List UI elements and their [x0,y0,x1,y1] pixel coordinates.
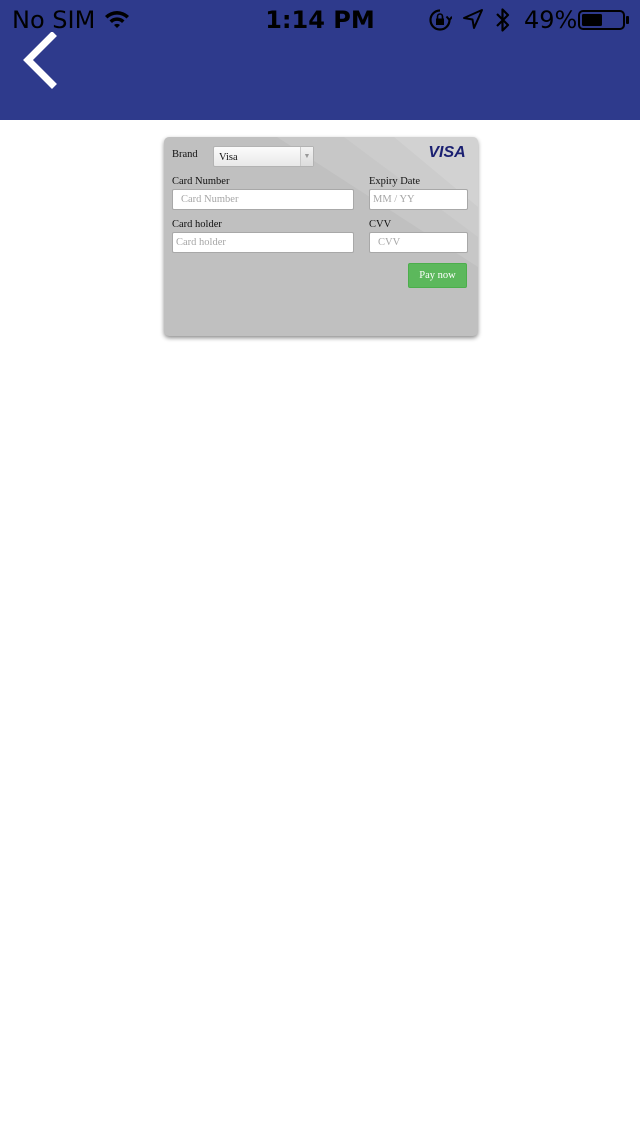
dropdown-arrow-icon: ▼ [300,147,313,166]
cvv-label: CVV [369,219,392,230]
brand-label: Brand [172,149,198,160]
bluetooth-icon [496,8,510,32]
card-holder-label: Card holder [172,219,222,230]
visa-logo-text: VISA [428,144,465,159]
app-header: No SIM 1:14 PM 49% [0,0,640,120]
card-holder-input[interactable] [172,232,354,253]
brand-select[interactable]: Visa ▼ [213,146,314,167]
pay-now-button[interactable]: Pay now [408,263,467,288]
orientation-lock-icon [429,9,452,31]
cvv-input[interactable] [369,232,468,253]
battery-percent: 49% [524,6,578,34]
back-button[interactable] [18,32,68,92]
chevron-left-icon [23,32,57,89]
status-bar: No SIM 1:14 PM 49% [0,0,640,40]
card-number-label: Card Number [172,176,230,187]
location-icon [463,9,483,29]
battery-icon [578,10,629,30]
visa-logo: VISA [428,144,465,159]
card-number-input[interactable] [172,189,354,210]
brand-select-value: Visa [219,152,238,163]
payment-card-form: Brand Visa ▼ VISA Card Number Expiry Dat… [164,137,478,336]
expiry-date-label: Expiry Date [369,176,421,187]
expiry-date-input[interactable] [369,189,468,210]
